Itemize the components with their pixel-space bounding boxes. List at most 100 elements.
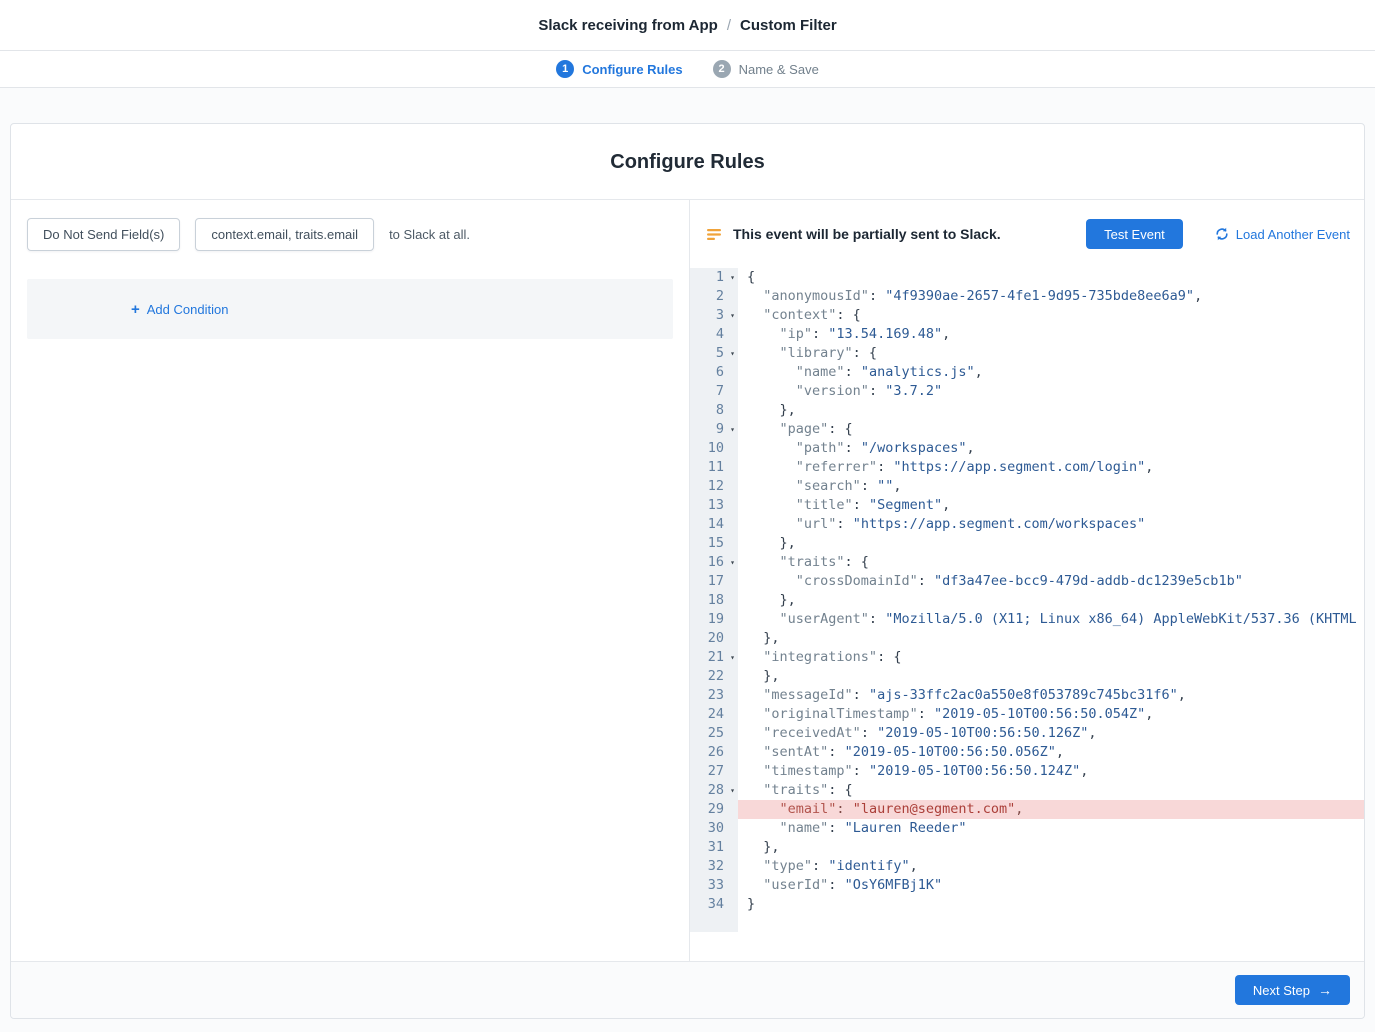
code-text[interactable]: "traits": { <box>738 781 1364 800</box>
step-name-and-save[interactable]: 2 Name & Save <box>713 60 819 78</box>
code-text[interactable]: "receivedAt": "2019-05-10T00:56:50.126Z"… <box>738 724 1364 743</box>
code-text[interactable]: "integrations": { <box>738 648 1364 667</box>
fold-toggle-icon[interactable]: ▾ <box>727 268 738 287</box>
code-line[interactable]: 11 "referrer": "https://app.segment.com/… <box>690 458 1364 477</box>
fold-toggle-icon[interactable]: ▾ <box>727 648 738 667</box>
code-line[interactable]: 1▾{ <box>690 268 1364 287</box>
add-condition-area: + Add Condition <box>27 279 673 339</box>
code-line[interactable]: 27 "timestamp": "2019-05-10T00:56:50.124… <box>690 762 1364 781</box>
code-line[interactable]: 3▾ "context": { <box>690 306 1364 325</box>
code-text[interactable]: "timestamp": "2019-05-10T00:56:50.124Z", <box>738 762 1364 781</box>
code-line[interactable]: 21▾ "integrations": { <box>690 648 1364 667</box>
code-text[interactable]: "title": "Segment", <box>738 496 1364 515</box>
code-text[interactable]: "sentAt": "2019-05-10T00:56:50.056Z", <box>738 743 1364 762</box>
code-line[interactable]: 7 "version": "3.7.2" <box>690 382 1364 401</box>
code-text[interactable]: }, <box>738 838 1364 857</box>
plus-icon: + <box>131 302 140 317</box>
fold-toggle-icon[interactable]: ▾ <box>727 306 738 325</box>
code-line[interactable]: 10 "path": "/workspaces", <box>690 439 1364 458</box>
code-line[interactable]: 26 "sentAt": "2019-05-10T00:56:50.056Z", <box>690 743 1364 762</box>
code-line[interactable]: 9▾ "page": { <box>690 420 1364 439</box>
fold-toggle-icon[interactable]: ▾ <box>727 420 738 439</box>
test-event-button[interactable]: Test Event <box>1086 219 1183 249</box>
do-not-send-fields-button[interactable]: Do Not Send Field(s) <box>27 218 180 251</box>
code-text[interactable]: "library": { <box>738 344 1364 363</box>
code-text[interactable]: "userAgent": "Mozilla/5.0 (X11; Linux x8… <box>738 610 1364 629</box>
code-text[interactable]: }, <box>738 629 1364 648</box>
code-text[interactable]: "context": { <box>738 306 1364 325</box>
code-text[interactable]: "referrer": "https://app.segment.com/log… <box>738 458 1364 477</box>
code-line[interactable]: 34} <box>690 895 1364 914</box>
code-line[interactable]: 24 "originalTimestamp": "2019-05-10T00:5… <box>690 705 1364 724</box>
code-line[interactable]: 20 }, <box>690 629 1364 648</box>
json-editor[interactable]: 1▾{2 "anonymousId": "4f9390ae-2657-4fe1-… <box>690 268 1364 932</box>
code-text[interactable]: "page": { <box>738 420 1364 439</box>
code-line[interactable]: 29 "email": "lauren@segment.com", <box>690 800 1364 819</box>
code-text[interactable]: "userId": "OsY6MFBj1K" <box>738 876 1364 895</box>
code-line[interactable]: 18 }, <box>690 591 1364 610</box>
code-line[interactable]: 13 "title": "Segment", <box>690 496 1364 515</box>
fold-toggle-icon[interactable]: ▾ <box>727 781 738 800</box>
line-number: 4 <box>690 325 738 344</box>
code-text[interactable]: "search": "", <box>738 477 1364 496</box>
code-line[interactable]: 4 "ip": "13.54.169.48", <box>690 325 1364 344</box>
code-line[interactable]: 14 "url": "https://app.segment.com/works… <box>690 515 1364 534</box>
code-line[interactable]: 8 }, <box>690 401 1364 420</box>
code-line[interactable]: 2 "anonymousId": "4f9390ae-2657-4fe1-9d9… <box>690 287 1364 306</box>
code-text[interactable]: "path": "/workspaces", <box>738 439 1364 458</box>
code-line[interactable]: 22 }, <box>690 667 1364 686</box>
code-text[interactable]: "version": "3.7.2" <box>738 382 1364 401</box>
load-another-event-link[interactable]: Load Another Event <box>1215 227 1350 242</box>
load-another-event-label: Load Another Event <box>1236 227 1350 242</box>
code-line[interactable]: 32 "type": "identify", <box>690 857 1364 876</box>
code-line[interactable]: 33 "userId": "OsY6MFBj1K" <box>690 876 1364 895</box>
add-condition-button[interactable]: + Add Condition <box>131 302 228 317</box>
code-text[interactable]: "traits": { <box>738 553 1364 572</box>
event-preview-header: This event will be partially sent to Sla… <box>690 200 1364 268</box>
code-text[interactable]: "email": "lauren@segment.com", <box>738 800 1364 819</box>
code-text[interactable]: "name": "analytics.js", <box>738 363 1364 382</box>
code-line[interactable]: 12 "search": "", <box>690 477 1364 496</box>
code-text[interactable]: } <box>738 895 1364 914</box>
code-text[interactable]: { <box>738 268 1364 287</box>
filter-list-icon <box>706 226 723 243</box>
step-configure-rules[interactable]: 1 Configure Rules <box>556 60 682 78</box>
refresh-icon <box>1215 227 1229 241</box>
configure-rules-card: Configure Rules Do Not Send Field(s) con… <box>10 123 1365 1019</box>
code-line[interactable]: 31 }, <box>690 838 1364 857</box>
next-step-button[interactable]: Next Step → <box>1235 975 1350 1005</box>
code-line[interactable]: 25 "receivedAt": "2019-05-10T00:56:50.12… <box>690 724 1364 743</box>
code-text[interactable]: "crossDomainId": "df3a47ee-bcc9-479d-add… <box>738 572 1364 591</box>
code-line[interactable]: 30 "name": "Lauren Reeder" <box>690 819 1364 838</box>
fold-toggle-icon[interactable]: ▾ <box>727 553 738 572</box>
code-line[interactable]: 15 }, <box>690 534 1364 553</box>
breadcrumb-source-link[interactable]: Slack receiving from App <box>538 17 718 34</box>
code-text[interactable]: "name": "Lauren Reeder" <box>738 819 1364 838</box>
rule-row: Do Not Send Field(s) context.email, trai… <box>27 218 673 251</box>
code-text[interactable]: }, <box>738 591 1364 610</box>
code-line[interactable]: 19 "userAgent": "Mozilla/5.0 (X11; Linux… <box>690 610 1364 629</box>
code-text[interactable]: "anonymousId": "4f9390ae-2657-4fe1-9d95-… <box>738 287 1364 306</box>
step-number-badge: 2 <box>713 60 731 78</box>
fold-toggle-icon[interactable]: ▾ <box>727 344 738 363</box>
code-text[interactable]: "originalTimestamp": "2019-05-10T00:56:5… <box>738 705 1364 724</box>
code-text[interactable]: "messageId": "ajs-33ffc2ac0a550e8f053789… <box>738 686 1364 705</box>
code-line[interactable]: 6 "name": "analytics.js", <box>690 363 1364 382</box>
code-line[interactable]: 17 "crossDomainId": "df3a47ee-bcc9-479d-… <box>690 572 1364 591</box>
line-number: 28▾ <box>690 781 738 800</box>
code-line[interactable]: 28▾ "traits": { <box>690 781 1364 800</box>
line-number: 33 <box>690 876 738 895</box>
step-number-badge: 1 <box>556 60 574 78</box>
code-text[interactable]: "url": "https://app.segment.com/workspac… <box>738 515 1364 534</box>
code-text[interactable]: "ip": "13.54.169.48", <box>738 325 1364 344</box>
page-title: Configure Rules <box>11 124 1364 200</box>
code-line[interactable]: 23 "messageId": "ajs-33ffc2ac0a550e8f053… <box>690 686 1364 705</box>
breadcrumb-separator: / <box>727 17 731 34</box>
code-text[interactable]: }, <box>738 534 1364 553</box>
code-text[interactable]: "type": "identify", <box>738 857 1364 876</box>
selected-fields-button[interactable]: context.email, traits.email <box>195 218 374 251</box>
code-text[interactable]: }, <box>738 667 1364 686</box>
code-line[interactable]: 5▾ "library": { <box>690 344 1364 363</box>
code-line[interactable]: 16▾ "traits": { <box>690 553 1364 572</box>
code-text[interactable]: }, <box>738 401 1364 420</box>
